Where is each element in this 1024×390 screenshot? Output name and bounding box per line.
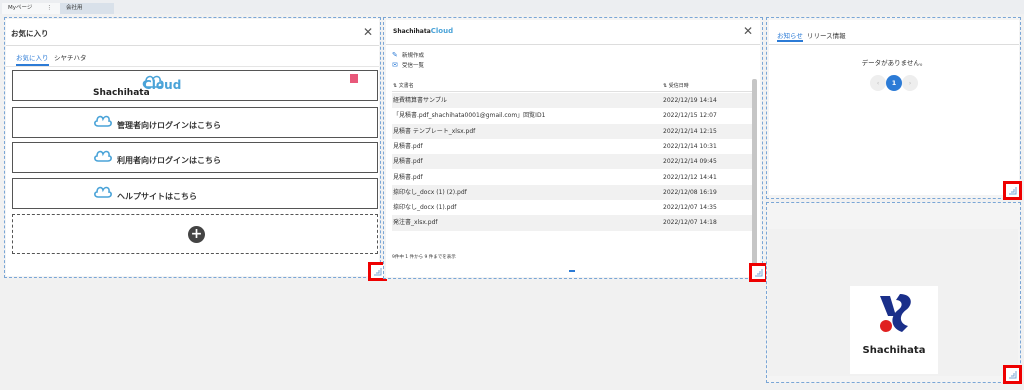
received-date: 2022/12/07 14:35 [663,204,717,212]
favorite-label: ヘルプサイトはこちら [117,192,197,201]
document-name: 経費精算書サンプル [393,97,447,104]
received-date: 2022/12/07 14:18 [663,219,717,227]
logo-cloud-word: Cloud [430,27,454,35]
pager-text: 9件中 1 件から 9 件までを表示 [392,255,456,260]
pencil-icon: ✎ [392,51,398,59]
empty-message: データがありません。 [861,59,927,67]
table-row[interactable]: 見積書.pdf 2022/12/12 14:41 [392,169,754,185]
trash-icon[interactable] [350,74,358,83]
document-name: 見積書.pdf [393,158,423,166]
tab-notices[interactable]: お知らせ [777,30,803,42]
divider [386,44,760,45]
tab-menu-icon[interactable]: ⋮ [47,3,53,14]
cloud-icon [94,186,112,198]
table-row[interactable]: 見積書.pdf 2022/12/14 09:45 [392,154,754,170]
favorite-item-user-login[interactable]: 利用者向けログインはこちら [12,142,378,173]
table-header: ⇅ 文書名 ⇅ 受信日時 [392,78,754,92]
tab-my-page[interactable]: Myページ ⋮ [2,3,60,14]
favorites-panel: お気に入り ✕ お気に入り シヤチハタ Shachihata Cloud 管理者… [4,17,387,281]
mail-icon: ✉ [392,61,398,69]
inbox-button[interactable]: ✉ 受信一覧 [392,61,424,69]
document-name: 見積書.pdf [393,173,423,181]
new-document-label: 新規作成 [402,53,425,59]
cloud-icon [94,115,112,127]
favorite-item-shachihata-cloud[interactable]: Shachihata Cloud [12,70,378,101]
tab-release-info[interactable]: リリース情報 [807,30,846,42]
document-name: 見積書 テンプレート_xlsx.pdf [393,127,476,135]
table-row[interactable]: 経費精算書サンプル 2022/12/19 14:14 [392,93,754,109]
column-header-name[interactable]: ⇅ 文書名 [393,82,414,89]
table-row[interactable]: 発注書_xlsx.pdf 2022/12/07 14:18 [392,215,754,231]
document-name: 「見積書.pdf_shachihata0001@gmail.com」回覧ID1 [393,112,546,120]
tab-shachihata[interactable]: シヤチハタ [54,52,87,66]
cloud-icon [142,75,164,88]
notices-panel: お知らせ リリース情報 データがありません。 ‹ 1 › [766,17,1022,200]
favorite-label: 利用者向けログインはこちら [117,156,221,165]
received-date: 2022/12/14 09:45 [663,158,717,166]
table-row[interactable]: 「見積書.pdf_shachihata0001@gmail.com」回覧ID1 2… [392,108,754,124]
received-date: 2022/12/14 10:31 [663,142,717,150]
brand-text: Shachihata [862,345,926,356]
received-date: 2022/12/19 14:14 [663,97,717,104]
received-date: 2022/12/14 12:15 [663,127,717,135]
received-date: 2022/12/12 14:41 [663,173,717,181]
document-name: 発注書_xlsx.pdf [393,219,438,227]
column-header-date[interactable]: ⇅ 受信日時 [663,82,689,89]
cloud-icon [94,150,112,162]
document-name: 捺印なし_docx (1) (2).pdf [393,188,467,196]
new-document-button[interactable]: ✎ 新規作成 [392,51,424,59]
table-row[interactable]: 見積書 テンプレート_xlsx.pdf 2022/12/14 12:15 [392,123,754,139]
shachihata-mark-icon [880,294,911,332]
tab-my-page-label: Myページ [8,5,33,11]
next-page-button[interactable]: › [902,75,918,91]
close-icon[interactable]: ✕ [743,25,753,37]
inbox-label: 受信一覧 [402,63,425,69]
plus-circle-icon: + [188,226,205,243]
document-name: 捺印なし_docx (1).pdf [393,204,457,212]
page-tab-bar: Myページ ⋮ 会社用 [0,0,1024,14]
favorite-item-help-site[interactable]: ヘルプサイトはこちら [12,178,378,209]
tab-favorites[interactable]: お気に入り [16,52,49,66]
brand-card: Shachihata [768,229,1018,376]
notices-card: お知らせ リリース情報 データがありません。 ‹ 1 › [769,20,1019,195]
documents-panel: ShachihataCloud ✕ ✎ 新規作成 ✉ 受信一覧 ⇅ 文書名 ⇅ 受信… [383,17,768,282]
resize-handle-icon[interactable] [1003,365,1022,384]
shachihata-logo: Shachihata [850,286,938,374]
tab-company-label: 会社用 [66,5,83,11]
logo-word: Shachihata [393,28,431,35]
resize-handle-icon[interactable] [1003,181,1022,200]
table-row[interactable]: 捺印なし_docx (1).pdf 2022/12/07 14:35 [392,200,754,216]
table-row[interactable]: 見積書.pdf 2022/12/14 10:31 [392,138,754,155]
tab-company[interactable]: 会社用 [60,3,114,14]
divider [769,44,1019,45]
favorites-title: お気に入り [11,29,49,38]
favorite-item-admin-login[interactable]: 管理者向けログインはこちら [12,107,378,138]
document-name: 見積書.pdf [393,142,423,150]
prev-page-button[interactable]: ‹ [870,75,886,91]
table-row[interactable]: 捺印なし_docx (1) (2).pdf 2022/12/08 16:19 [392,184,754,201]
shachihata-cloud-logo: ShachihataCloud [393,27,453,35]
documents-card: ShachihataCloud ✕ ✎ 新規作成 ✉ 受信一覧 ⇅ 文書名 ⇅ 受信… [386,20,760,277]
page-1-button[interactable]: 1 [886,75,902,91]
close-icon[interactable]: ✕ [363,26,373,38]
logo-word: Shachihata [93,88,150,98]
divider [6,66,379,67]
received-date: 2022/12/08 16:19 [663,188,717,196]
divider [6,45,379,46]
favorite-label: 管理者向けログインはこちら [117,121,221,130]
scrollbar[interactable] [752,79,757,271]
add-favorite-button[interactable]: + [12,214,378,254]
favorites-card: お気に入り ✕ お気に入り シヤチハタ Shachihata Cloud 管理者… [6,19,379,276]
received-date: 2022/12/15 12:07 [663,112,717,120]
brand-panel: Shachihata [766,202,1022,384]
scroll-indicator [569,270,575,272]
